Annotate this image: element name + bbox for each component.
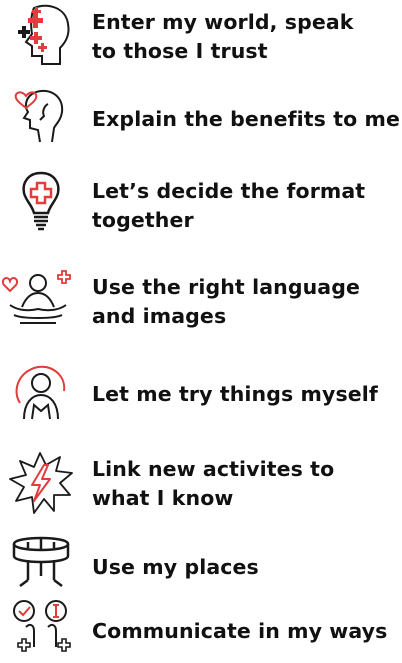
principle-label: Use my places (92, 555, 259, 579)
meditating-person-icon (0, 267, 74, 331)
principle-label: Enter my world, speak to those I trust (92, 10, 354, 63)
principle-label: Let’s decide the format together (92, 179, 366, 232)
list-item: Explain the benefits to me (0, 80, 402, 160)
principle-label: Communicate in my ways (92, 619, 388, 643)
head-profile-heart-icon (4, 84, 78, 148)
list-item: Let me try things myself (0, 355, 402, 435)
list-item: Link new activites to what I know (0, 445, 402, 530)
principle-label: Let me try things myself (92, 382, 378, 406)
lightning-burst-icon (4, 451, 78, 515)
head-profile-medical-cross-icon (4, 2, 78, 66)
person-hands-on-chest-icon (4, 361, 78, 425)
people-speech-bubbles-icon (4, 595, 78, 659)
list-item: Enter my world, speak to those I trust (0, 0, 402, 70)
lightbulb-medical-cross-icon (4, 169, 78, 233)
list-item: Use my places (0, 528, 402, 590)
principle-label: Link new activites to what I know (92, 457, 335, 510)
list-item: Use the right language and images (0, 265, 402, 340)
list-item: Communicate in my ways (0, 595, 402, 652)
building-location-icon (4, 528, 78, 592)
principle-label: Explain the benefits to me (92, 107, 400, 131)
principle-label: Use the right language and images (92, 275, 360, 328)
list-item: Let’s decide the format together (0, 165, 402, 250)
